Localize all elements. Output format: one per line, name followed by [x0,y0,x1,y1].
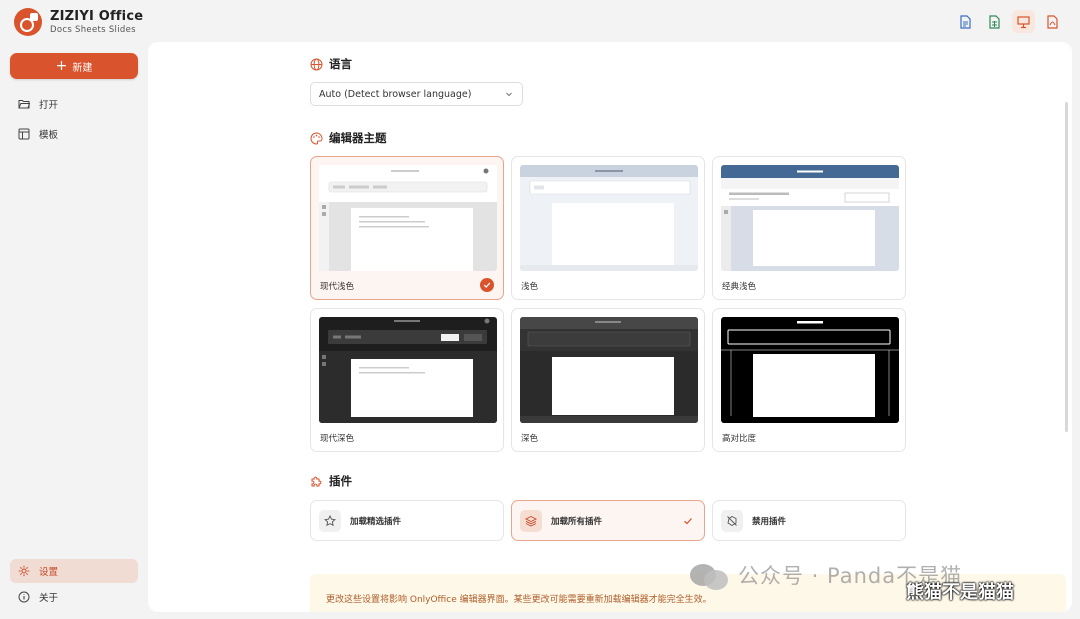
disabled-plugin-icon [727,515,737,526]
brand-name: ZIZIYI Office [50,8,144,24]
sidebar-item-label: 打开 [39,100,59,111]
sidebar-nav: 打开 模板 [10,92,138,152]
pdf-app-button[interactable] [1041,10,1064,33]
sidebar-item-label: 关于 [39,593,59,604]
docs-app-button[interactable] [954,10,977,33]
pdf-icon [1047,14,1058,29]
chevron-down-icon [506,92,512,97]
folder-open-icon [18,100,30,109]
theme-label: 浅色 [521,282,539,292]
watermark-subtext: 熊猫不是猫猫 [906,582,1014,603]
sidebar-item-about[interactable]: 关于 [10,585,138,609]
office-logo-icon [14,8,42,36]
puzzle-icon [311,476,322,486]
sidebar-item-open[interactable]: 打开 [10,92,138,116]
language-section-title: 语言 [310,56,352,72]
plugin-option-all[interactable]: 加载所有插件 [511,500,705,541]
theme-preview-modern-light [319,165,497,271]
new-document-button[interactable]: + 新建 [10,53,138,79]
theme-preview-classic-light [721,165,899,271]
plugins-section-title: 插件 [310,473,352,489]
info-icon [18,591,30,603]
globe-icon [310,58,323,70]
sidebar-item-label: 模板 [39,130,59,141]
plugin-option-icon [319,509,341,532]
slides-app-button[interactable] [1012,10,1035,33]
sidebar-item-label: 设置 [39,567,59,578]
selected-check-icon [480,278,494,292]
theme-light[interactable]: 浅色 [511,156,705,300]
brand-subtitle: Docs Sheets Slides [50,24,136,35]
template-icon [18,128,30,140]
theme-preview-light [520,165,698,271]
theme-dark[interactable]: 深色 [511,308,705,452]
sidebar-item-templates[interactable]: 模板 [10,122,138,146]
plugin-option-label: 加载精选插件 [350,516,402,527]
check-icon [684,518,692,525]
sheets-icon [989,14,1000,29]
plugin-option-featured[interactable]: 加载精选插件 [310,500,504,541]
theme-modern-light[interactable]: 现代浅色 [310,156,504,300]
plugin-option-label: 加载所有插件 [551,516,603,527]
gear-icon [18,565,30,577]
theme-label: 深色 [521,434,539,444]
app-brand: ZIZIYI Office Docs Sheets Slides [14,8,143,36]
theme-preview-modern-dark [319,317,497,423]
language-title: 语言 [329,57,352,71]
theme-preview-dark [520,317,698,423]
plugins-title: 插件 [329,474,352,488]
theme-high-contrast[interactable]: 高对比度 [712,308,906,452]
theme-modern-dark[interactable]: 现代深色 [310,308,504,452]
plugin-option-icon [721,509,743,532]
layers-icon [525,515,537,527]
sidebar-item-settings[interactable]: 设置 [10,559,138,583]
language-selected-value: Auto (Detect browser language) [319,88,472,100]
theme-preview-high-contrast [721,317,899,423]
theme-label: 经典浅色 [722,282,757,292]
theme-label: 现代深色 [320,434,355,444]
language-select[interactable]: Auto (Detect browser language) [310,82,523,106]
theme-label: 现代浅色 [320,282,355,292]
settings-panel: 语言 Auto (Detect browser language) 编辑器主题 … [148,42,1072,612]
app-switcher [954,10,1064,33]
plus-icon: + [55,58,68,74]
sidebar-bottom-nav: 设置 关于 [10,559,138,611]
theme-label: 高对比度 [722,434,757,444]
theme-title: 编辑器主题 [329,131,387,145]
panel-scrollbar[interactable] [1065,102,1068,432]
theme-section-title: 编辑器主题 [310,130,387,146]
theme-classic-light[interactable]: 经典浅色 [712,156,906,300]
docs-icon [960,14,971,29]
new-button-label: 新建 [72,62,93,74]
star-icon [324,514,336,526]
palette-icon [310,131,323,145]
plugin-option-icon [520,509,542,532]
sheets-app-button[interactable] [983,10,1006,33]
plugin-option-disable[interactable]: 禁用插件 [712,500,906,541]
slides-icon [1017,15,1030,28]
wechat-logo-icon [690,560,730,590]
plugin-option-label: 禁用插件 [752,516,787,527]
